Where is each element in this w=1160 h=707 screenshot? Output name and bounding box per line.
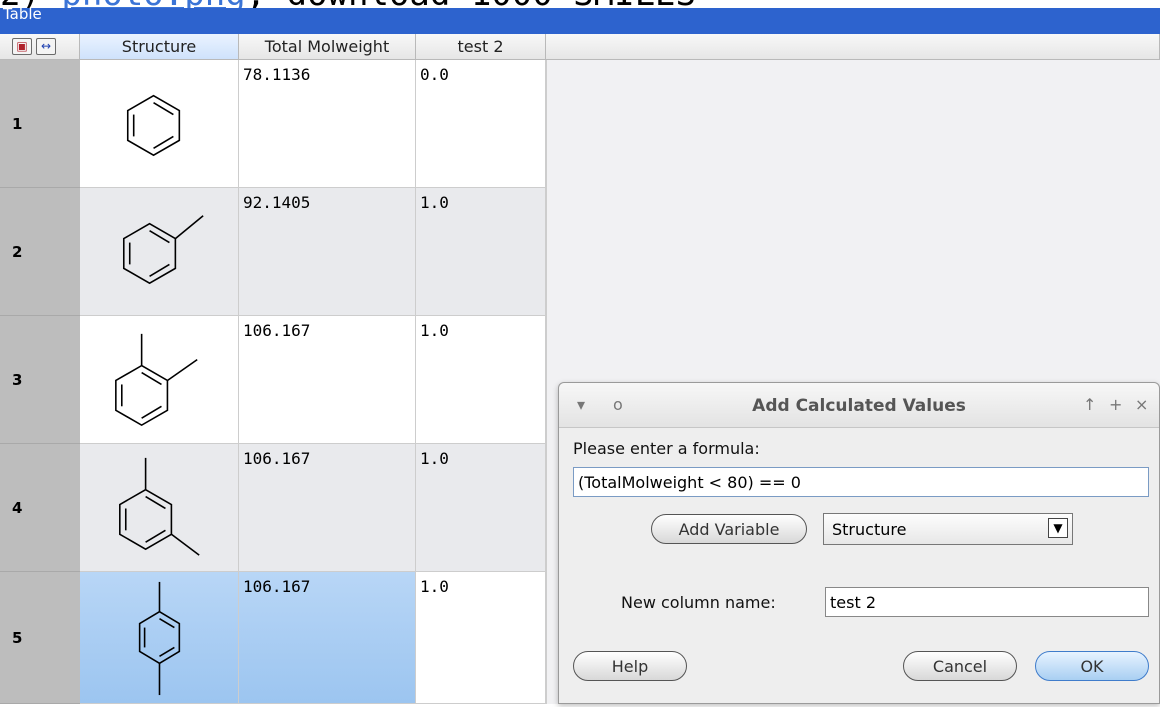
- corner-header: ▣ ↔: [0, 34, 80, 60]
- help-button[interactable]: Help: [573, 651, 687, 681]
- molweight-cell[interactable]: 106.167: [239, 572, 416, 704]
- row-number[interactable]: 1: [0, 60, 80, 188]
- window-title: Table: [3, 5, 42, 23]
- test2-cell[interactable]: 1.0: [416, 188, 546, 316]
- variable-selected-value: Structure: [832, 520, 907, 539]
- ok-button[interactable]: OK: [1035, 651, 1149, 681]
- dialog-title-bar[interactable]: ▾ o Add Calculated Values ↑ + ×: [559, 383, 1159, 428]
- molweight-cell[interactable]: 78.1136: [239, 60, 416, 188]
- toluene-structure-icon: [122, 215, 204, 285]
- row-number[interactable]: 3: [0, 316, 80, 444]
- column-header-empty: [546, 34, 1160, 60]
- molweight-cell[interactable]: 106.167: [239, 316, 416, 444]
- column-name-label: New column name:: [621, 593, 776, 612]
- add-calculated-values-dialog: ▾ o Add Calculated Values ↑ + × Please e…: [558, 382, 1160, 704]
- p-xylene-structure-icon: [138, 581, 181, 696]
- structure-cell[interactable]: [80, 444, 239, 572]
- variable-select[interactable]: Structure ▼: [823, 513, 1073, 545]
- structure-cell[interactable]: [80, 572, 239, 704]
- structure-cell[interactable]: [80, 316, 239, 444]
- formula-label: Please enter a formula:: [573, 439, 760, 458]
- benzene-structure-icon: [126, 94, 181, 157]
- maximize-icon[interactable]: +: [1109, 395, 1122, 414]
- column-header-total-molweight[interactable]: Total Molweight: [239, 34, 416, 60]
- test2-cell[interactable]: 1.0: [416, 444, 546, 572]
- chevron-down-icon[interactable]: ▼: [1048, 518, 1068, 538]
- column-header-test-2[interactable]: test 2: [416, 34, 546, 60]
- molweight-cell[interactable]: 106.167: [239, 444, 416, 572]
- add-variable-button[interactable]: Add Variable: [651, 514, 807, 544]
- page-caption: 2) photo.png, download 1000 SMILES: [0, 0, 696, 11]
- structure-cell[interactable]: [80, 188, 239, 316]
- expand-rows-icon[interactable]: ▣: [12, 38, 32, 55]
- row-number[interactable]: 5: [0, 572, 80, 704]
- raise-icon[interactable]: ↑: [1083, 395, 1096, 414]
- o-xylene-structure-icon: [115, 333, 198, 427]
- structure-cell[interactable]: [80, 60, 239, 188]
- test2-cell[interactable]: 1.0: [416, 572, 546, 704]
- close-icon[interactable]: ×: [1135, 395, 1148, 414]
- cancel-button[interactable]: Cancel: [903, 651, 1017, 681]
- formula-input[interactable]: [573, 467, 1149, 497]
- row-number[interactable]: 2: [0, 188, 80, 316]
- test2-cell[interactable]: 0.0: [416, 60, 546, 188]
- molweight-cell[interactable]: 92.1405: [239, 188, 416, 316]
- test2-cell[interactable]: 1.0: [416, 316, 546, 444]
- resize-columns-icon[interactable]: ↔: [36, 38, 56, 55]
- dialog-title: Add Calculated Values: [752, 396, 966, 416]
- column-name-input[interactable]: [825, 587, 1149, 617]
- row-number[interactable]: 4: [0, 444, 80, 572]
- window-title-bar: Table: [0, 5, 1160, 34]
- column-header-structure[interactable]: Structure: [80, 34, 239, 60]
- m-xylene-structure-icon: [119, 457, 200, 556]
